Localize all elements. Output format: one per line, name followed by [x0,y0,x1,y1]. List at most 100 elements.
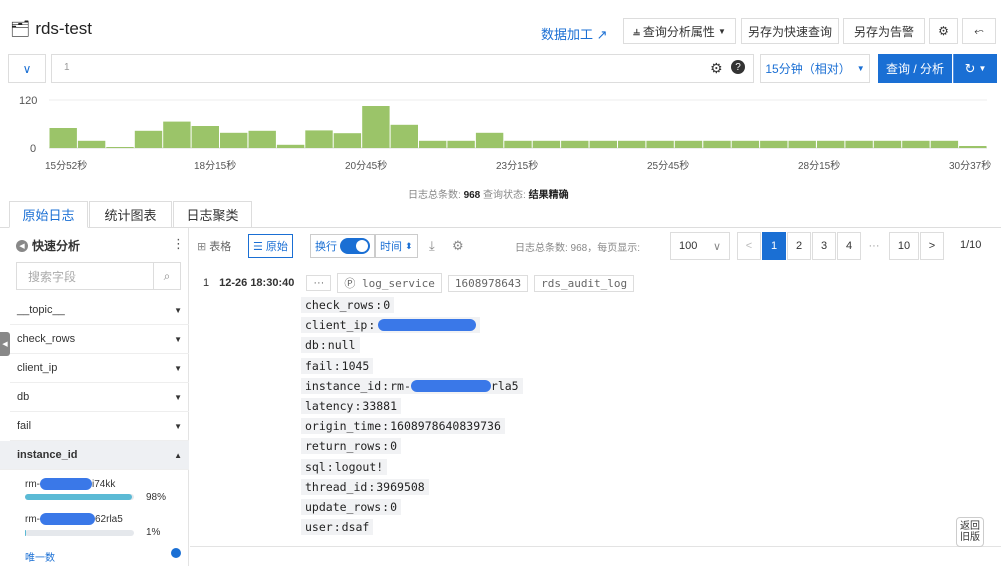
log-id-tag[interactable]: 1608978643 [447,274,529,292]
histogram-bar[interactable] [845,140,873,148]
histogram-bar[interactable] [589,140,617,148]
log-field[interactable]: update_rows:0 [301,499,402,515]
histogram-bar[interactable] [276,144,305,148]
histogram-bar[interactable] [959,146,987,148]
pie-chart-icon[interactable] [171,548,181,558]
histogram-bar[interactable] [362,106,390,148]
log-store-tag[interactable]: rds_audit_log [534,274,635,292]
histogram-bar[interactable] [731,140,760,148]
histogram-bar[interactable] [930,140,959,148]
search-icon[interactable]: ⌕ [153,263,180,289]
save-alert-button[interactable]: 另存为告警 [843,18,925,44]
settings-gear-button[interactable]: ⚙ [929,18,958,44]
page-prev-button[interactable]: < [737,232,761,260]
toggle-switch[interactable] [340,238,370,254]
histogram-bar[interactable] [333,133,362,148]
histogram-bar[interactable] [674,140,703,148]
log-more-button[interactable]: ··· [306,275,332,291]
time-sort-button[interactable]: 时间 ⬍ [375,234,418,258]
unique-count-label[interactable]: 唯一数 [25,549,55,564]
field-item[interactable]: check_rows ▼ [10,325,189,354]
time-range-select[interactable]: 15分钟（相对） ▼ [760,54,870,83]
field-item[interactable]: fail ▼ [10,412,189,441]
caret-down-icon: ▼ [174,334,182,344]
query-props-button[interactable]: ⫨ 查询分析属性 ▼ [623,18,736,44]
histogram-bar[interactable] [134,130,163,148]
histogram-bar[interactable] [817,140,845,148]
field-name: instance_id [17,449,78,461]
histogram-bar[interactable] [760,140,788,148]
tab-charts[interactable]: 统计图表 [89,201,172,228]
log-field[interactable]: client_ip: [301,317,481,333]
log-field[interactable]: instance_id: rm-rla5 [301,378,523,394]
histogram-bar[interactable] [191,126,219,148]
tab-log-cluster[interactable]: 日志聚类 [173,201,252,228]
histogram-bar[interactable] [305,130,333,148]
sidebar-toggle-handle[interactable]: ◀ [0,332,10,356]
field-search-input[interactable]: 搜索字段 ⌕ [16,262,181,290]
old-version-button[interactable]: 返回旧版 [956,517,984,547]
query-analyze-button[interactable]: 查询 / 分析 [878,54,952,83]
log-field[interactable]: sql: logout! [301,459,388,475]
log-field[interactable]: db: null [301,337,360,353]
log-field[interactable]: user: dsaf [301,519,374,535]
chevron-left-icon: < [745,240,753,252]
table-view-button[interactable]: ⊞ 表格 [197,234,231,258]
log-field[interactable]: thread_id:3969508 [301,479,429,495]
histogram-bar[interactable] [788,140,816,148]
gear-icon[interactable]: ⚙ [452,234,464,258]
histogram-bar[interactable] [447,140,475,148]
chevron-left-circle-icon: ◀ [16,239,28,252]
histogram-bar[interactable] [106,147,134,148]
data-processing-link[interactable]: 数据加工 ↗ [541,24,608,43]
page-button[interactable]: 1 [762,232,786,260]
collapse-button[interactable]: ∨ [8,54,46,83]
download-icon[interactable]: ⤓ [429,234,435,258]
histogram-bar[interactable] [873,140,902,148]
query-settings-icon[interactable]: ⚙ [710,60,723,77]
histogram-bar[interactable] [618,140,646,148]
histogram-bar[interactable] [220,132,248,148]
help-icon[interactable]: ? [731,60,745,74]
query-editor[interactable] [51,54,754,83]
field-item[interactable]: instance_id ▲ [0,441,189,470]
histogram-bar[interactable] [49,128,77,148]
histogram-bar[interactable] [248,130,276,148]
histogram-bar[interactable] [77,140,106,148]
histogram-bar[interactable] [419,140,447,148]
page-button[interactable]: 10 [889,232,919,260]
histogram-bar[interactable] [646,140,674,148]
log-source-tag[interactable]: Ⓟ log_service [337,273,442,293]
raw-view-button[interactable]: ☰ 原始 [248,234,293,258]
page-button[interactable]: ··· [862,232,886,260]
log-field[interactable]: check_rows:0 [301,297,395,313]
histogram-bar[interactable] [561,140,589,148]
histogram-bar[interactable] [532,140,561,148]
page-button[interactable]: 4 [837,232,861,260]
histogram-bar[interactable] [390,124,418,148]
histogram-bar[interactable] [504,140,532,148]
share-button[interactable]: ⬿ [962,18,996,44]
quick-analysis-title[interactable]: ◀ 快速分析 [16,237,80,254]
log-field[interactable]: fail:1045 [301,358,374,374]
page-size-select[interactable]: 100 ∨ [670,232,730,260]
caret-up-icon: ▲ [174,450,182,460]
save-quick-query-button[interactable]: 另存为快速查询 [741,18,839,44]
field-item[interactable]: client_ip ▼ [10,354,189,383]
page-button[interactable]: 3 [812,232,836,260]
page-button[interactable]: 2 [787,232,811,260]
wrap-toggle[interactable]: 换行 [310,234,375,258]
histogram-bar[interactable] [475,132,504,148]
log-field[interactable]: latency:33881 [301,398,402,414]
histogram-bar[interactable] [163,121,191,148]
field-item[interactable]: db ▼ [10,383,189,412]
refresh-button[interactable]: ↻ ▼ [953,54,997,83]
log-field[interactable]: origin_time:1608978640839736 [301,418,505,434]
log-field[interactable]: return_rows:0 [301,438,402,454]
more-vertical-icon[interactable]: ⋮ [172,236,185,252]
field-item[interactable]: __topic__ ▼ [10,296,189,325]
page-next-button[interactable]: > [920,232,944,260]
histogram-bar[interactable] [703,140,731,148]
tab-raw-logs[interactable]: 原始日志 [9,201,88,228]
histogram-bar[interactable] [902,140,930,148]
